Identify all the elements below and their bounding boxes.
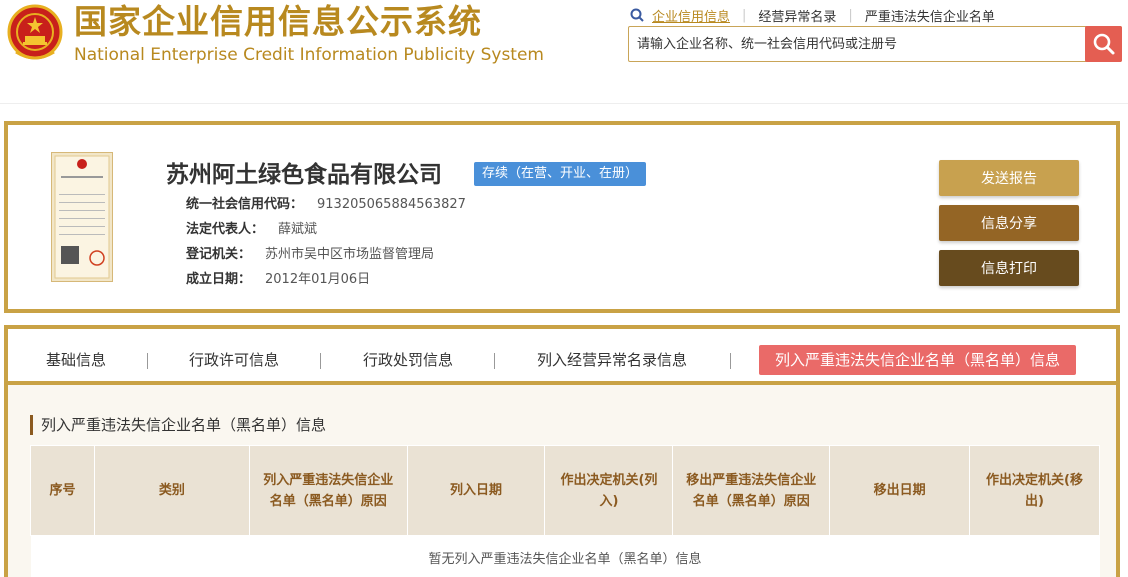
tab-admin-penalty[interactable]: 行政处罚信息 (363, 345, 453, 375)
blacklist-table: 序号 类别 列入严重违法失信企业名单（黑名单）原因 列入日期 作出决定机关(列入… (30, 445, 1100, 577)
company-name: 苏州阿土绿色食品有限公司 (166, 162, 442, 188)
share-button[interactable]: 信息分享 (939, 205, 1079, 241)
status-badge: 存续（在营、开业、在册） (474, 162, 647, 186)
tabs-section: 基础信息 行政许可信息 行政处罚信息 列入经营异常名录信息 列入严重违法失信企业… (4, 325, 1120, 577)
tab-divider (730, 353, 731, 369)
col-list-authority: 作出决定机关(列入) (544, 445, 674, 536)
link-enterprise-credit[interactable]: 企业信用信息 (652, 6, 730, 25)
legal-rep-label: 法定代表人： (186, 222, 265, 237)
link-separator: | (742, 7, 747, 23)
top-nav-links: 企业信用信息 | 经营异常名录 | 严重违法失信企业名单 (630, 6, 995, 25)
est-date-value: 2012年01月06日 (265, 272, 371, 287)
credit-code-row: 统一社会信用代码： 913205065884563827 (186, 196, 466, 214)
tab-divider (494, 353, 495, 369)
tabs-bar: 基础信息 行政许可信息 行政处罚信息 列入经营异常名录信息 列入严重违法失信企业… (8, 329, 1116, 385)
search-icon (1093, 33, 1114, 55)
legal-rep-row: 法定代表人： 薛斌斌 (186, 221, 317, 239)
col-remove-date: 移出日期 (829, 445, 971, 536)
search-button[interactable] (1085, 26, 1122, 62)
search-input[interactable] (629, 27, 1085, 61)
section-title: 列入严重违法失信企业名单（黑名单）信息 (30, 415, 326, 435)
tab-divider (320, 353, 321, 369)
authority-value: 苏州市吴中区市场监督管理局 (265, 247, 435, 262)
col-list-reason: 列入严重违法失信企业名单（黑名单）原因 (248, 445, 408, 536)
link-blacklist[interactable]: 严重违法失信企业名单 (865, 6, 995, 25)
site-title-en: National Enterprise Credit Information P… (74, 45, 544, 65)
tab-abnormal-list[interactable]: 列入经营异常名录信息 (537, 345, 687, 375)
authority-label: 登记机关： (186, 247, 252, 262)
tab-basic-info[interactable]: 基础信息 (46, 345, 106, 375)
col-remove-authority: 作出决定机关(移出) (969, 445, 1100, 536)
company-card: 苏州阿土绿色食品有限公司 存续（在营、开业、在册） 统一社会信用代码： 91320… (4, 121, 1120, 313)
authority-row: 登记机关： 苏州市吴中区市场监督管理局 (186, 246, 434, 264)
col-remove-reason: 移出严重违法失信企业名单（黑名单）原因 (672, 445, 831, 536)
site-header: 国家企业信用信息公示系统 National Enterprise Credit … (0, 0, 1128, 104)
search-icon (630, 8, 644, 22)
col-category: 类别 (93, 445, 250, 536)
credit-code-value: 913205065884563827 (317, 197, 466, 212)
col-index: 序号 (30, 445, 95, 536)
print-button[interactable]: 信息打印 (939, 250, 1079, 286)
link-abnormal-list[interactable]: 经营异常名录 (758, 6, 836, 25)
tab-admin-permit[interactable]: 行政许可信息 (189, 345, 279, 375)
credit-code-label: 统一社会信用代码： (186, 197, 304, 212)
est-date-label: 成立日期： (186, 272, 252, 287)
col-list-date: 列入日期 (406, 445, 546, 536)
link-separator: | (848, 7, 853, 23)
legal-rep-value: 薛斌斌 (278, 222, 318, 237)
send-report-button[interactable]: 发送报告 (939, 160, 1079, 196)
tab-divider (147, 353, 148, 369)
tab-blacklist[interactable]: 列入严重违法失信企业名单（黑名单）信息 (759, 345, 1077, 375)
table-header-row: 序号 类别 列入严重违法失信企业名单（黑名单）原因 列入日期 作出决定机关(列入… (30, 445, 1100, 536)
est-date-row: 成立日期： 2012年01月06日 (186, 271, 370, 289)
table-row: 暂无列入严重违法失信企业名单（黑名单）信息 (30, 535, 1100, 577)
national-emblem-icon (7, 4, 63, 60)
license-thumbnail[interactable] (51, 152, 113, 282)
site-title-cn: 国家企业信用信息公示系统 (74, 2, 482, 41)
search-box (628, 26, 1122, 62)
empty-message: 暂无列入严重违法失信企业名单（黑名单）信息 (30, 535, 1100, 577)
